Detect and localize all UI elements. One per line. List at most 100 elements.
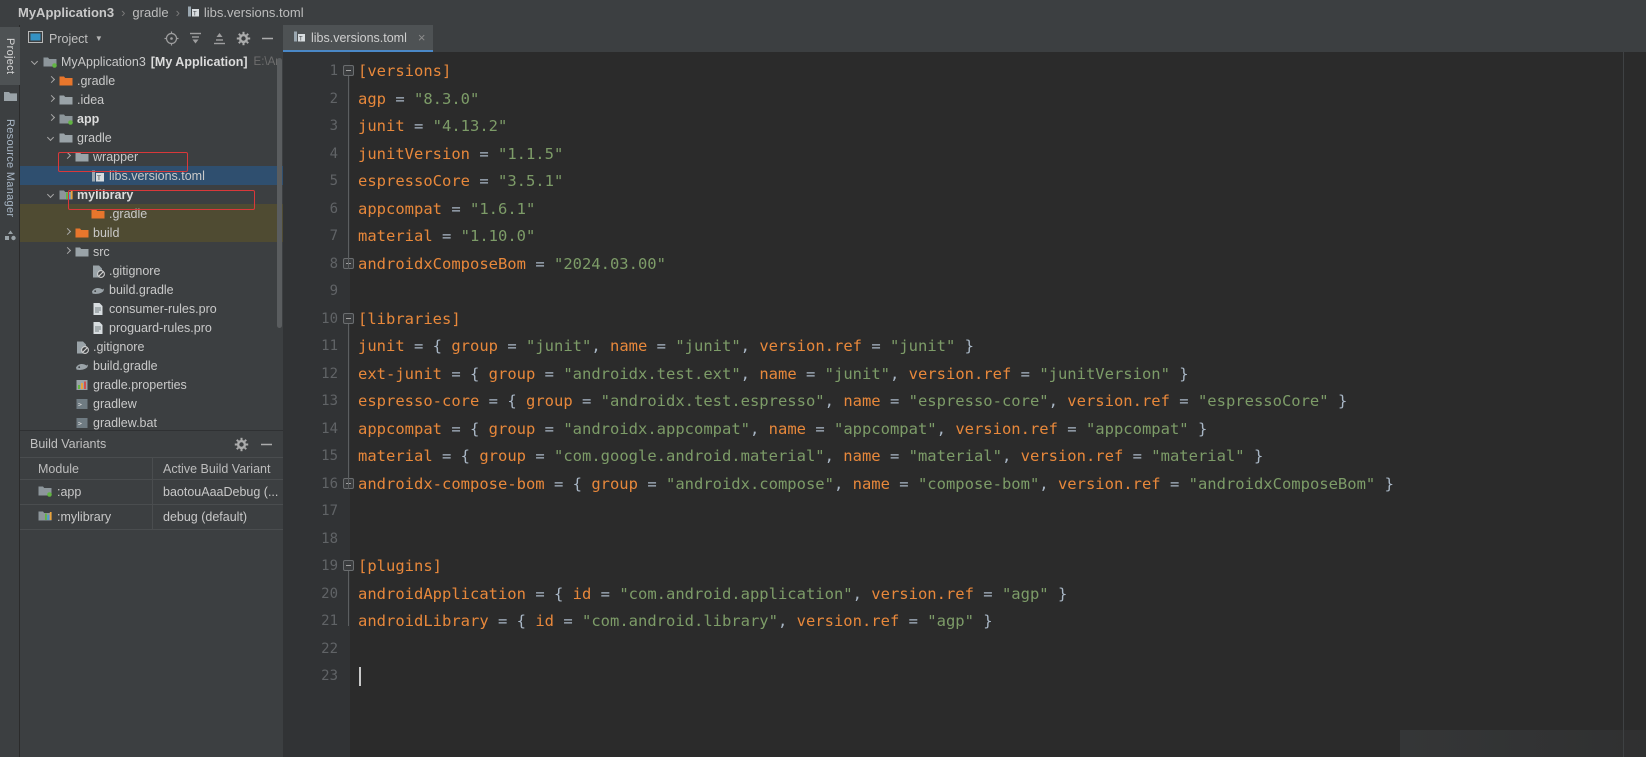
breadcrumb: MyApplication3 › gradle › T libs.version…: [0, 0, 1646, 25]
tree-item-gradle[interactable]: gradle: [20, 128, 283, 147]
chevron-down-icon[interactable]: ▼: [95, 34, 103, 43]
code-line[interactable]: junit = "4.13.2": [350, 113, 507, 141]
tree-item-build-gradle[interactable]: build.gradle: [20, 280, 283, 299]
tool-tab-resource-manager[interactable]: Resource Manager: [0, 113, 20, 223]
code-line[interactable]: junit = { group = "junit", name = "junit…: [350, 333, 974, 361]
breadcrumb-item-toml[interactable]: libs.versions.toml: [204, 5, 304, 20]
tree-item-gradlew[interactable]: > gradlew: [20, 394, 283, 413]
chevron-right-icon[interactable]: [46, 75, 57, 86]
chevron-right-icon[interactable]: [46, 113, 57, 124]
tree-item-build-gradle[interactable]: build.gradle: [20, 356, 283, 375]
tree-item-label: libs.versions.toml: [109, 168, 205, 183]
settings-gear-icon[interactable]: [236, 31, 251, 46]
tree-item-src[interactable]: src: [20, 242, 283, 261]
token-punct: =: [535, 364, 564, 383]
token-punct: ,: [936, 419, 956, 438]
token-sect: [libraries]: [358, 309, 461, 328]
code-content[interactable]: [versions] agp = "8.3.0" junit = "4.13.2" j…: [350, 52, 1646, 757]
chevron-right-icon[interactable]: [62, 227, 73, 238]
code-line[interactable]: espressoCore = "3.5.1": [350, 168, 563, 196]
token-punct: =: [432, 227, 461, 245]
code-line[interactable]: material = { group = "com.google.android…: [350, 443, 1263, 471]
line-number: 8: [329, 255, 338, 272]
token-punct: ,: [889, 364, 909, 383]
token-key: appcompat: [358, 199, 442, 218]
project-tree[interactable]: MyApplication3 [My Application] E:\An .grad…: [20, 52, 283, 430]
project-tree-scrollbar[interactable]: [277, 58, 282, 328]
settings-gear-icon[interactable]: [234, 437, 249, 452]
script-icon: >: [75, 416, 89, 430]
code-editor[interactable]: 1 2 3 4 5 6 7 8 9 10 11 12 13 14 15 16 17 18 19 20 21 22 23 [v…: [283, 52, 1646, 757]
gitignore-icon: [75, 340, 89, 354]
token-key: group: [591, 474, 638, 493]
breadcrumb-root[interactable]: MyApplication3: [18, 5, 114, 20]
tree-item--gradle[interactable]: .gradle: [20, 204, 283, 223]
code-line[interactable]: appcompat = { group = "androidx.appcompa…: [350, 416, 1207, 444]
code-line[interactable]: [350, 526, 358, 554]
tree-item--gradle[interactable]: .gradle: [20, 71, 283, 90]
code-line[interactable]: [350, 278, 358, 306]
tree-item-label: MyApplication3: [61, 54, 146, 69]
expand-all-icon[interactable]: [188, 31, 203, 46]
locate-icon[interactable]: [164, 31, 179, 46]
code-line[interactable]: androidxComposeBom = "2024.03.00": [350, 251, 666, 279]
tree-item--gitignore[interactable]: .gitignore: [20, 337, 283, 356]
breadcrumb-item-gradle[interactable]: gradle: [132, 5, 168, 20]
token-punct: = {: [544, 474, 592, 493]
breadcrumb-separator-1: ›: [121, 5, 126, 20]
tree-item-app[interactable]: app: [20, 109, 283, 128]
tree-item--gitignore[interactable]: .gitignore: [20, 261, 283, 280]
chevron-down-icon[interactable]: [30, 56, 41, 67]
code-line[interactable]: agp = "8.3.0": [350, 86, 479, 114]
tree-item-consumer-rules-pro[interactable]: consumer-rules.pro: [20, 299, 283, 318]
editor-tab-libs-versions-toml[interactable]: T libs.versions.toml ×: [283, 25, 434, 52]
tree-item-build[interactable]: build: [20, 223, 283, 242]
chevron-right-icon[interactable]: [46, 94, 57, 105]
tree-item-wrapper[interactable]: wrapper: [20, 147, 283, 166]
tree-item-mylibrary[interactable]: mylibrary: [20, 185, 283, 204]
token-punct: =: [469, 144, 498, 163]
tree-item--idea[interactable]: .idea: [20, 90, 283, 109]
tool-tab-project[interactable]: Project: [0, 27, 20, 85]
build-variant-value-cell[interactable]: baotouAaaDebug (...: [153, 480, 283, 504]
code-line[interactable]: [libraries]: [350, 306, 461, 334]
code-line[interactable]: material = "1.10.0": [350, 223, 535, 251]
code-line[interactable]: appcompat = "1.6.1": [350, 196, 535, 224]
code-line[interactable]: androidx-compose-bom = { group = "androi…: [350, 471, 1394, 499]
code-line[interactable]: [plugins]: [350, 553, 442, 581]
line-number-gutter[interactable]: 1 2 3 4 5 6 7 8 9 10 11 12 13 14 15 16 17 18 19 20 21 22 23: [283, 52, 354, 757]
code-line[interactable]: ext-junit = { group = "androidx.test.ext…: [350, 361, 1189, 389]
chevron-right-icon[interactable]: [62, 246, 73, 257]
code-line[interactable]: [versions]: [350, 58, 451, 86]
hide-panel-icon[interactable]: [260, 31, 275, 46]
token-str: "material": [908, 447, 1002, 465]
tree-item-gradle-properties[interactable]: gradle.properties: [20, 375, 283, 394]
token-punct: =: [591, 584, 620, 603]
code-line[interactable]: androidLibrary = { id = "com.android.lib…: [350, 608, 993, 636]
module-icon: [43, 55, 57, 69]
code-line[interactable]: [350, 663, 358, 691]
code-line[interactable]: androidApplication = { id = "com.android…: [350, 581, 1067, 609]
collapse-all-icon[interactable]: [212, 31, 227, 46]
hide-panel-icon[interactable]: [259, 437, 274, 452]
code-line[interactable]: junitVersion = "1.1.5": [350, 141, 563, 169]
token-str: "androidx.appcompat": [563, 419, 750, 438]
build-variant-row[interactable]: :app baotouAaaDebug (...: [20, 480, 283, 505]
build-variant-value-cell[interactable]: debug (default): [153, 505, 283, 529]
chevron-right-icon[interactable]: [62, 151, 73, 162]
close-icon[interactable]: ×: [418, 30, 426, 45]
code-line[interactable]: [350, 498, 358, 526]
code-line[interactable]: [350, 636, 358, 664]
module-icon: [38, 484, 52, 501]
tree-item-gradlew-bat[interactable]: > gradlew.bat: [20, 413, 283, 430]
token-str: "junitVersion": [1039, 364, 1170, 383]
chevron-down-icon[interactable]: [46, 132, 57, 143]
tree-item-proguard-rules-pro[interactable]: proguard-rules.pro: [20, 318, 283, 337]
chevron-down-icon[interactable]: [46, 189, 57, 200]
token-punct: =: [805, 419, 834, 438]
build-variant-row[interactable]: :mylibrary debug (default): [20, 505, 283, 530]
editor-vertical-scrollbar[interactable]: [1634, 79, 1646, 757]
tree-item-libs-versions-toml[interactable]: Tlibs.versions.toml: [20, 166, 283, 185]
tree-item-myapplication3[interactable]: MyApplication3 [My Application] E:\An: [20, 52, 283, 71]
code-line[interactable]: espresso-core = { group = "androidx.test…: [350, 388, 1347, 416]
